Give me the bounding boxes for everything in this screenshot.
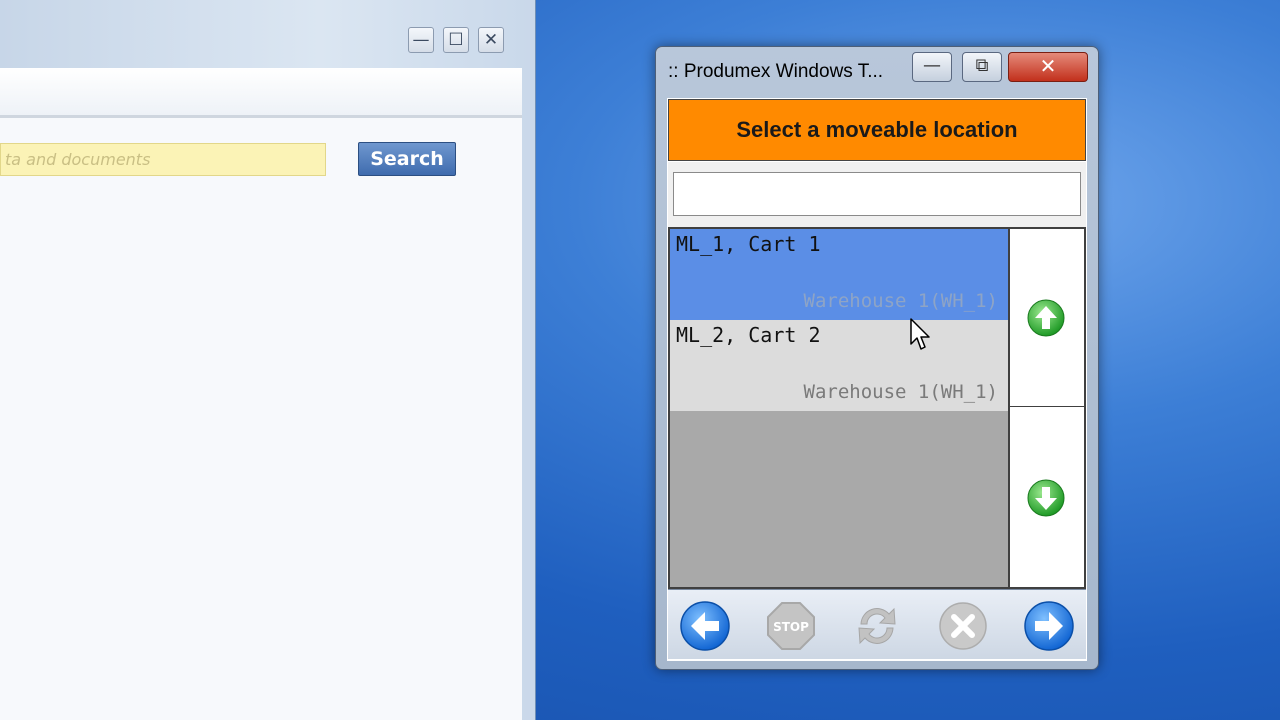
location-name: ML_1, Cart 1 (676, 232, 821, 256)
list-item[interactable]: ML_2, Cart 2 Warehouse 1(WH_1) (670, 320, 1008, 411)
location-warehouse: Warehouse 1(WH_1) (803, 290, 998, 312)
input-area (668, 162, 1086, 227)
background-window: — ☐ ✕ ta and documents Search (0, 0, 536, 720)
background-toolbar (0, 68, 522, 118)
list-scroll-panel (1008, 227, 1086, 589)
location-name: ML_2, Cart 2 (676, 323, 821, 347)
arrow-right-blue-icon (1024, 601, 1074, 651)
scroll-up-button[interactable] (1010, 229, 1084, 407)
mouse-cursor-icon (910, 318, 930, 350)
arrow-up-green-icon (1027, 299, 1065, 337)
refresh-icon (858, 607, 896, 645)
stop-label: STOP (773, 620, 809, 634)
scroll-down-button[interactable] (1010, 408, 1084, 586)
next-button[interactable] (1023, 600, 1075, 652)
close-button[interactable]: ✕ (1008, 52, 1088, 82)
search-input[interactable]: ta and documents (0, 143, 326, 176)
cancel-x-icon (939, 602, 987, 650)
produmex-window: :: Produmex Windows T... — ⧉ ✕ Select a … (655, 46, 1099, 670)
restore-button[interactable]: ⧉ (962, 52, 1002, 82)
screen-header: Select a moveable location (668, 99, 1086, 161)
background-minimize-button[interactable]: — (408, 27, 434, 53)
background-close-button[interactable]: ✕ (478, 27, 504, 53)
stop-button[interactable]: STOP (765, 600, 817, 652)
back-button[interactable] (679, 600, 731, 652)
location-input[interactable] (673, 172, 1081, 216)
arrow-down-green-icon (1027, 479, 1065, 517)
location-list: ML_1, Cart 1 Warehouse 1(WH_1) ML_2, Car… (668, 227, 1008, 589)
bottom-toolbar: STOP (668, 589, 1086, 659)
background-window-titlebar: — ☐ ✕ (0, 0, 522, 68)
search-button[interactable]: Search (358, 142, 456, 176)
window-title: :: Produmex Windows T... (668, 61, 884, 82)
list-item[interactable]: ML_1, Cart 1 Warehouse 1(WH_1) (670, 229, 1008, 320)
refresh-button[interactable] (851, 600, 903, 652)
terminal-client-area: Select a moveable location ML_1, Cart 1 … (667, 98, 1087, 661)
stop-icon: STOP (767, 602, 815, 650)
minimize-button[interactable]: — (912, 52, 952, 82)
cancel-button[interactable] (937, 600, 989, 652)
background-maximize-button[interactable]: ☐ (443, 27, 469, 53)
background-window-content: ta and documents Search (0, 68, 522, 720)
arrow-left-blue-icon (680, 601, 730, 651)
location-warehouse: Warehouse 1(WH_1) (803, 381, 998, 403)
